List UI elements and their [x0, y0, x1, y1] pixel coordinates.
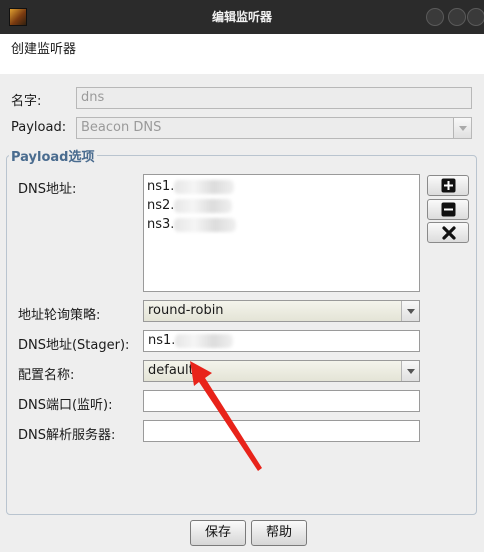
rotation-select-value: round-robin — [148, 303, 224, 318]
profile-select-value: default — [148, 363, 194, 378]
chevron-down-icon[interactable] — [453, 118, 471, 138]
remove-icon — [441, 202, 456, 217]
list-item[interactable]: ns2. — [147, 196, 416, 215]
name-field[interactable]: dns — [76, 87, 472, 109]
profile-label: 配置名称: — [18, 368, 75, 383]
payload-select-value: Beacon DNS — [81, 120, 162, 135]
list-item[interactable]: ns1. — [147, 177, 416, 196]
maximize-button[interactable] — [448, 8, 466, 26]
clear-hosts-button[interactable] — [427, 222, 469, 243]
port-field[interactable] — [143, 390, 420, 412]
save-button[interactable]: 保存 — [190, 520, 246, 546]
port-label: DNS端口(监听): — [18, 398, 113, 413]
resolver-field[interactable] — [143, 420, 420, 442]
list-item[interactable]: ns3. — [147, 215, 416, 234]
stager-label: DNS地址(Stager): — [18, 338, 130, 353]
payload-select[interactable]: Beacon DNS — [76, 117, 472, 139]
form-panel: 名字: dns Payload: Beacon DNS Payload选项 DN… — [0, 74, 484, 552]
title-bar: 编辑监听器 — [0, 0, 484, 34]
add-host-button[interactable] — [427, 175, 469, 196]
dns-hosts-label: DNS地址: — [18, 182, 77, 197]
payload-label: Payload: — [11, 120, 67, 135]
window-title: 编辑监听器 — [211, 10, 272, 24]
remove-host-button[interactable] — [427, 199, 469, 220]
payload-options-title: Payload选项 — [9, 146, 97, 165]
resolver-label: DNS解析服务器: — [18, 428, 116, 443]
dialog-header: 创建监听器 — [0, 34, 484, 74]
dns-hosts-list[interactable]: ns1. ns2. ns3. — [143, 174, 420, 292]
chevron-down-icon[interactable] — [401, 301, 419, 321]
name-label: 名字: — [11, 94, 42, 109]
profile-select[interactable]: default — [143, 360, 420, 382]
clear-icon — [442, 226, 456, 240]
dialog-heading: 创建监听器 — [11, 42, 77, 57]
add-icon — [441, 178, 456, 193]
chevron-down-icon[interactable] — [401, 361, 419, 381]
close-button[interactable] — [467, 8, 484, 26]
rotation-label: 地址轮询策略: — [18, 308, 101, 323]
minimize-button[interactable] — [426, 8, 444, 26]
rotation-select[interactable]: round-robin — [143, 300, 420, 322]
help-button[interactable]: 帮助 — [251, 520, 307, 546]
stager-field[interactable]: ns1. — [143, 330, 420, 352]
